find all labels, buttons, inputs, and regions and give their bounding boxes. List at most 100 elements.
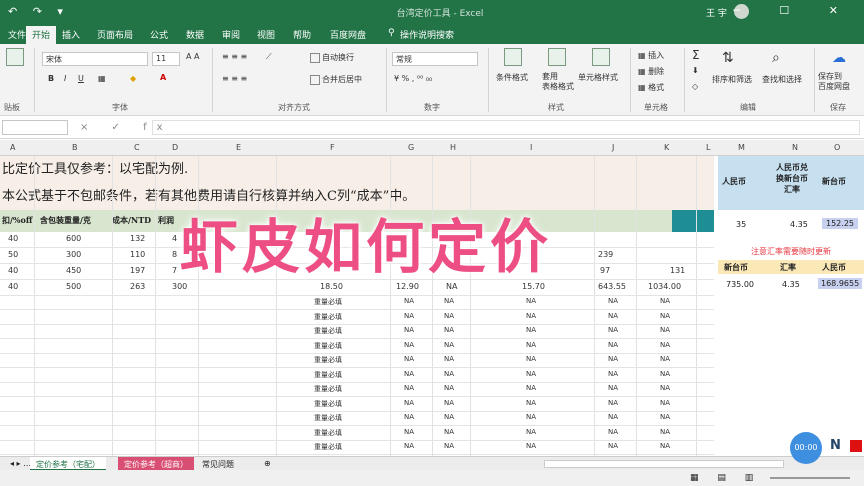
cell[interactable]: NA xyxy=(444,312,454,320)
cell[interactable]: 12.90 xyxy=(396,282,419,291)
col-header[interactable]: F xyxy=(330,143,335,152)
cell[interactable]: NA xyxy=(660,355,670,363)
cell[interactable]: 重量必填 xyxy=(314,341,342,351)
cell[interactable]: NA xyxy=(444,297,454,305)
rp-value-rate[interactable]: 4.35 xyxy=(790,220,808,229)
cell[interactable]: NA xyxy=(660,428,670,436)
cell[interactable]: 600 xyxy=(66,234,81,243)
table-format-button[interactable]: 套用 表格格式 xyxy=(542,72,574,92)
cell[interactable]: 197 xyxy=(130,266,145,275)
cell[interactable]: NA xyxy=(404,355,414,363)
tab-home[interactable]: 开始 xyxy=(26,26,57,44)
col-header[interactable]: N xyxy=(792,143,798,152)
font-name-select[interactable]: 宋体 xyxy=(42,52,148,66)
cell[interactable]: NA xyxy=(404,370,414,378)
tab-view[interactable]: 视图 xyxy=(257,28,275,41)
save-baidu-button[interactable]: 保存到 百度网盘 xyxy=(818,72,850,92)
cell[interactable]: 40 xyxy=(8,282,18,291)
cell[interactable]: 4 xyxy=(172,234,177,243)
cell[interactable]: NA xyxy=(608,384,618,392)
sheet-tab-home-delivery[interactable]: 定价参考（宅配） xyxy=(30,457,106,471)
cell[interactable]: NA xyxy=(404,399,414,407)
tab-review[interactable]: 审阅 xyxy=(222,28,240,41)
cell[interactable]: NA xyxy=(526,312,536,320)
user-name[interactable]: 王 宇 xyxy=(706,6,727,19)
cell[interactable]: 重量必填 xyxy=(314,413,342,423)
cell[interactable]: NA xyxy=(444,428,454,436)
cell[interactable]: NA xyxy=(444,326,454,334)
cell[interactable]: 8 xyxy=(172,250,177,259)
col-header[interactable]: D xyxy=(172,143,178,152)
table-row[interactable]: 重量必填 NA NA NA NA NA xyxy=(0,398,714,412)
cell[interactable]: NA xyxy=(608,341,618,349)
tell-me-search[interactable]: 操作说明搜索 xyxy=(400,28,454,41)
cell[interactable]: NA xyxy=(404,428,414,436)
cell[interactable]: NA xyxy=(660,399,670,407)
cell[interactable]: NA xyxy=(404,312,414,320)
find-select-button[interactable]: 查找和选择 xyxy=(762,74,802,85)
sheet-tab-faq[interactable]: 常见问题 xyxy=(196,457,240,471)
cell-styles-button[interactable]: 单元格样式 xyxy=(578,72,618,83)
cell[interactable]: NA xyxy=(446,282,457,291)
cell[interactable]: NA xyxy=(444,442,454,450)
cell[interactable]: 重量必填 xyxy=(314,312,342,322)
table-row[interactable]: 重量必填 NA NA NA NA NA xyxy=(0,311,714,325)
cell[interactable]: NA xyxy=(526,297,536,305)
cell[interactable]: 300 xyxy=(172,282,187,291)
tab-formulas[interactable]: 公式 xyxy=(150,28,168,41)
cell[interactable]: 500 xyxy=(66,282,81,291)
col-header[interactable]: I xyxy=(530,143,532,152)
cell[interactable]: NA xyxy=(660,370,670,378)
cell[interactable]: NA xyxy=(608,399,618,407)
n-logo-icon[interactable]: N xyxy=(830,438,841,453)
cell[interactable]: 40 xyxy=(8,266,18,275)
col-header[interactable]: O xyxy=(834,143,840,152)
insert-button[interactable]: ▦ 插入 xyxy=(638,50,664,61)
cell[interactable]: NA xyxy=(444,370,454,378)
cell[interactable]: NA xyxy=(526,355,536,363)
cell[interactable]: NA xyxy=(608,326,618,334)
rp2-value[interactable]: 168.9655 xyxy=(818,278,863,289)
cell[interactable]: 重量必填 xyxy=(314,326,342,336)
name-box[interactable] xyxy=(2,120,68,135)
zoom-slider[interactable] xyxy=(770,477,850,479)
table-row[interactable]: 重量必填 NA NA NA NA NA xyxy=(0,340,714,354)
sheet-tab-store-pickup[interactable]: 定价参考（超商） xyxy=(118,457,194,471)
cell[interactable]: NA xyxy=(526,413,536,421)
recording-timer-button[interactable]: 00:00 xyxy=(790,432,822,464)
cell[interactable]: 263 xyxy=(130,282,145,291)
autosum-icon[interactable]: Σ xyxy=(692,48,700,62)
table-row[interactable]: 重量必填 NA NA NA NA NA xyxy=(0,296,714,310)
cell[interactable]: NA xyxy=(660,384,670,392)
cell[interactable]: NA xyxy=(608,428,618,436)
find-select-icon[interactable]: ⌕ xyxy=(772,50,780,66)
col-header[interactable]: A xyxy=(10,143,15,152)
rp2-value[interactable]: 4.35 xyxy=(782,280,800,289)
cell[interactable]: NA xyxy=(444,355,454,363)
col-header[interactable]: H xyxy=(450,143,456,152)
table-row[interactable]: 重量必填 NA NA NA NA NA xyxy=(0,354,714,368)
paste-icon[interactable] xyxy=(6,48,24,66)
cell[interactable]: NA xyxy=(608,355,618,363)
tab-help[interactable]: 帮助 xyxy=(293,28,311,41)
format-button[interactable]: ▦ 格式 xyxy=(638,82,664,93)
tab-file[interactable]: 文件 xyxy=(8,28,26,41)
cell[interactable]: 15.70 xyxy=(522,282,545,291)
cell[interactable]: NA xyxy=(608,370,618,378)
cell[interactable]: NA xyxy=(660,442,670,450)
cell[interactable]: 7 xyxy=(172,266,177,275)
cell[interactable]: 重量必填 xyxy=(314,428,342,438)
cell[interactable]: 132 xyxy=(130,234,145,243)
rp-value-rmb[interactable]: 35 xyxy=(736,220,746,229)
view-buttons[interactable]: ▦ ▤ ▥ xyxy=(690,473,761,483)
cell[interactable]: NA xyxy=(404,442,414,450)
cell[interactable]: NA xyxy=(526,442,536,450)
cell[interactable]: 重量必填 xyxy=(314,384,342,394)
baidu-cloud-icon[interactable]: ☁ xyxy=(832,50,846,66)
col-header[interactable]: M xyxy=(738,143,745,152)
col-header[interactable]: C xyxy=(134,143,140,152)
number-format-select[interactable]: 常规 xyxy=(392,52,478,66)
cell[interactable]: 重量必填 xyxy=(314,370,342,380)
cell[interactable]: 450 xyxy=(66,266,81,275)
table-row[interactable]: 重量必填 NA NA NA NA NA xyxy=(0,441,714,455)
